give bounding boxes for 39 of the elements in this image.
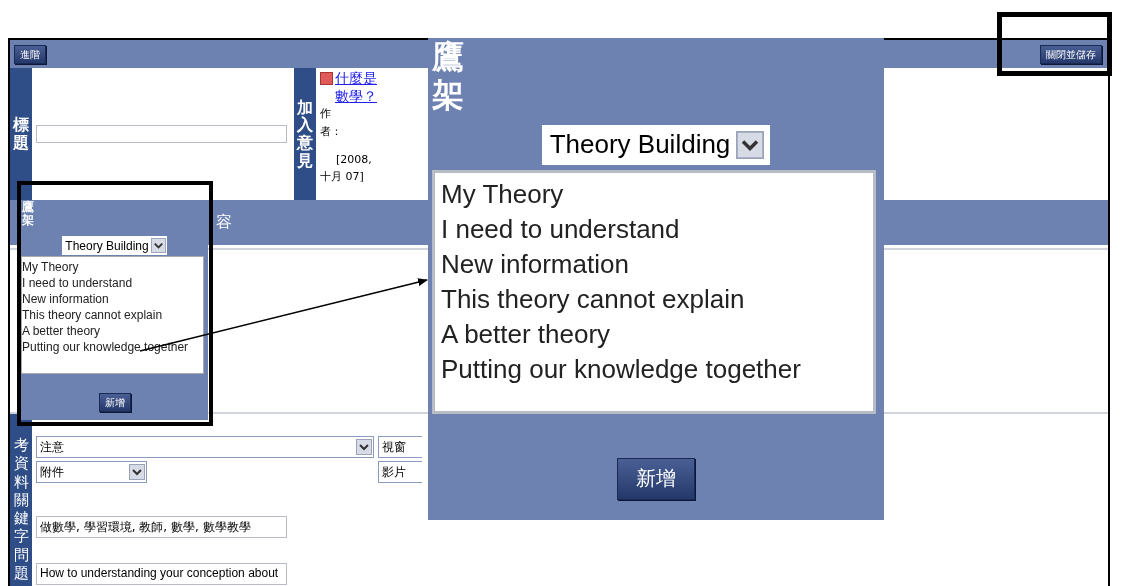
list-item[interactable]: A better theory: [22, 323, 101, 340]
list-item[interactable]: My Theory: [22, 259, 79, 276]
comment-label: 加入意見: [297, 98, 313, 170]
reference-label: 考資料關鍵字問題: [13, 436, 29, 583]
title-label: 標題: [13, 116, 29, 152]
scaffold-label: 鷹架: [432, 38, 464, 115]
dropdown[interactable]: 注意: [36, 436, 374, 458]
scaffold-list[interactable]: My Theory I need to understand New information This theory cannot explain A better theory Putting our knowledge together: [432, 169, 876, 414]
title-field[interactable]: [36, 125, 287, 143]
keywords-field[interactable]: 做數學, 學習環境, 教師, 數學, 數學教學: [36, 516, 287, 538]
add-button[interactable]: 新增: [617, 457, 695, 500]
dropdown[interactable]: 視窗: [378, 436, 422, 458]
list-item[interactable]: This theory cannot explain: [441, 281, 745, 317]
list-item[interactable]: A better theory: [441, 316, 611, 352]
list-item[interactable]: I need to understand: [22, 275, 133, 292]
list-item[interactable]: My Theory: [441, 176, 564, 212]
comment-link[interactable]: 什麼是數學？: [335, 69, 379, 105]
question-field[interactable]: How to understanding your conception about: [36, 563, 287, 585]
flag-icon: [320, 72, 333, 85]
add-button[interactable]: 新增: [98, 393, 131, 413]
scaffold-dropdown[interactable]: Theory Building: [62, 236, 167, 256]
dropdown[interactable]: 附件: [36, 461, 147, 483]
dropdown-icon[interactable]: [736, 130, 765, 159]
dropdown[interactable]: 影片: [378, 461, 422, 483]
dropdown-icon[interactable]: [150, 238, 166, 254]
list-item[interactable]: This theory cannot explain: [22, 307, 163, 324]
list-item[interactable]: Putting our knowledge together: [441, 351, 801, 387]
scaffold-dropdown[interactable]: Theory Building: [541, 124, 771, 165]
dropdown-icon[interactable]: [129, 464, 145, 480]
scaffold-label: 鷹架: [22, 201, 34, 228]
content-heading: 容: [216, 212, 232, 233]
advanced-button[interactable]: 進階: [14, 44, 46, 64]
dropdown-icon[interactable]: [356, 439, 372, 455]
list-item[interactable]: New information: [22, 291, 109, 308]
close-save-button[interactable]: 關閉並儲存: [1040, 44, 1102, 64]
comment-date: [2008, 十月 07]: [320, 152, 373, 185]
list-item[interactable]: New information: [441, 246, 629, 282]
list-item[interactable]: I need to understand: [441, 211, 680, 247]
author-label: 作者：: [320, 106, 343, 140]
